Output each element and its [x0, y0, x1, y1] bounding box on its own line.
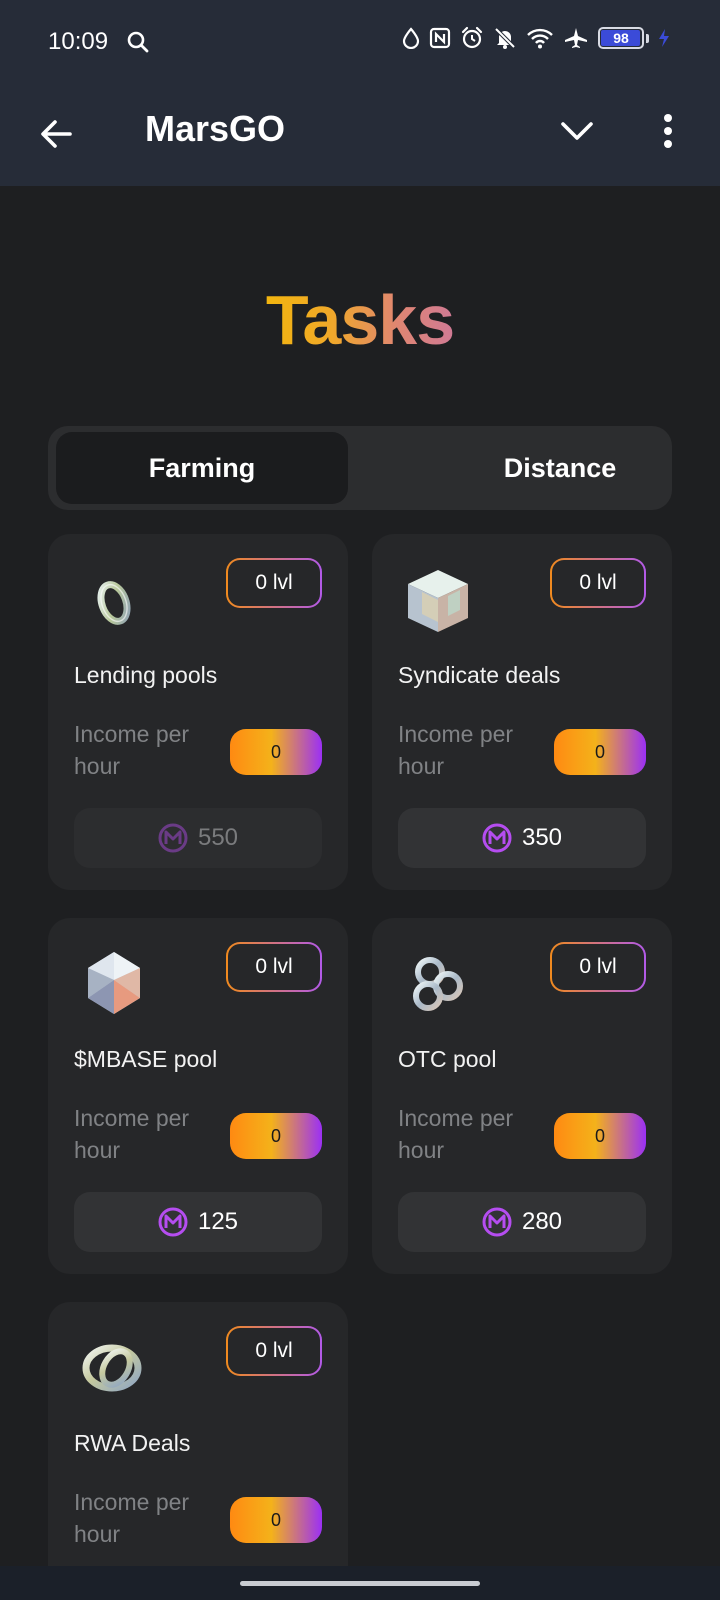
level-text: 0 lvl — [552, 944, 644, 990]
price-button[interactable]: 125 — [74, 1192, 322, 1252]
gesture-handle[interactable] — [240, 1581, 480, 1586]
income-label: Income per hour — [74, 1489, 190, 1547]
tab-distance[interactable]: Distance — [414, 432, 706, 504]
bell-off-icon — [494, 27, 516, 49]
page-title-text: Tasks — [265, 281, 455, 359]
income-label: Income per hour — [74, 1105, 190, 1163]
tab-bar: Farming Distance — [48, 426, 672, 510]
knot-icon — [82, 1344, 142, 1392]
task-card-otc-pool[interactable]: 0 lvl OTC pool Income per hour 0 280 — [372, 918, 672, 1274]
level-text: 0 lvl — [228, 944, 320, 990]
search-icon — [127, 31, 149, 53]
price-value: 125 — [197, 1208, 239, 1235]
card-title: Lending pools — [74, 662, 218, 688]
m-coin-icon — [158, 823, 188, 853]
alarm-icon — [461, 26, 483, 49]
card-title: OTC pool — [398, 1046, 497, 1072]
app-bar: MarsGO — [0, 84, 720, 186]
level-text: 0 lvl — [228, 560, 320, 606]
income-label: Income per hour — [398, 721, 514, 779]
m-coin-icon — [482, 823, 512, 853]
level-badge: 0 lvl — [226, 1326, 322, 1376]
price-button[interactable]: 550 — [74, 808, 322, 868]
level-badge: 0 lvl — [550, 942, 646, 992]
income-label: Income per hour — [398, 1105, 514, 1163]
more-vertical-icon[interactable] — [660, 112, 676, 152]
m-coin-icon — [158, 1207, 188, 1237]
cube-icon — [408, 570, 468, 632]
task-card-lending-pools[interactable]: 0 lvl Lending pools Income per hour 0 55… — [48, 534, 348, 890]
m-coin-icon — [482, 1207, 512, 1237]
level-badge: 0 lvl — [226, 942, 322, 992]
water-drop-icon — [402, 27, 420, 49]
card-title: Syndicate deals — [398, 662, 561, 688]
price-button[interactable]: 280 — [398, 1192, 646, 1252]
icosahedron-icon — [88, 952, 140, 1014]
ring-icon — [97, 581, 131, 625]
task-card-mbase-pool[interactable]: 0 lvl $MBASE pool Income per hour 0 125 — [48, 918, 348, 1274]
back-arrow-icon[interactable] — [36, 114, 76, 154]
status-bar: 10:09 98 — [0, 0, 720, 84]
level-text: 0 lvl — [552, 560, 644, 606]
level-badge: 0 lvl — [226, 558, 322, 608]
price-value: 350 — [521, 824, 563, 851]
level-badge: 0 lvl — [550, 558, 646, 608]
status-time: 10:09 — [48, 28, 109, 55]
airplane-icon — [565, 28, 587, 48]
battery-level: 98 — [613, 30, 629, 46]
battery-tip — [646, 33, 649, 43]
card-title: $MBASE pool — [74, 1046, 218, 1072]
status-icons: 98 — [402, 26, 670, 50]
trefoil-icon — [413, 957, 463, 1011]
price-value: 550 — [197, 824, 239, 851]
battery-icon: 98 — [598, 27, 644, 49]
income-value: 0 — [230, 1497, 322, 1543]
task-card-syndicate-deals[interactable]: 0 lvl Syndicate deals Income per hour 0 … — [372, 534, 672, 890]
system-nav-bar — [0, 1566, 720, 1600]
price-value: 280 — [521, 1208, 563, 1235]
nfc-icon — [429, 27, 451, 49]
chevron-down-icon[interactable] — [560, 120, 594, 142]
level-text: 0 lvl — [228, 1328, 320, 1374]
page-title: Tasks — [0, 280, 720, 360]
income-value: 0 — [230, 1113, 322, 1159]
charging-bolt-icon — [659, 29, 669, 47]
income-label: Income per hour — [74, 721, 190, 779]
price-button[interactable]: 350 — [398, 808, 646, 868]
wifi-icon — [527, 28, 553, 49]
income-value: 0 — [554, 1113, 646, 1159]
task-card-rwa-deals[interactable]: 0 lvl RWA Deals Income per hour 0 — [48, 1302, 348, 1592]
income-value: 0 — [230, 729, 322, 775]
card-title: RWA Deals — [74, 1430, 191, 1456]
tab-farming[interactable]: Farming — [56, 432, 348, 504]
income-value: 0 — [554, 729, 646, 775]
app-title: MarsGO — [145, 108, 286, 149]
